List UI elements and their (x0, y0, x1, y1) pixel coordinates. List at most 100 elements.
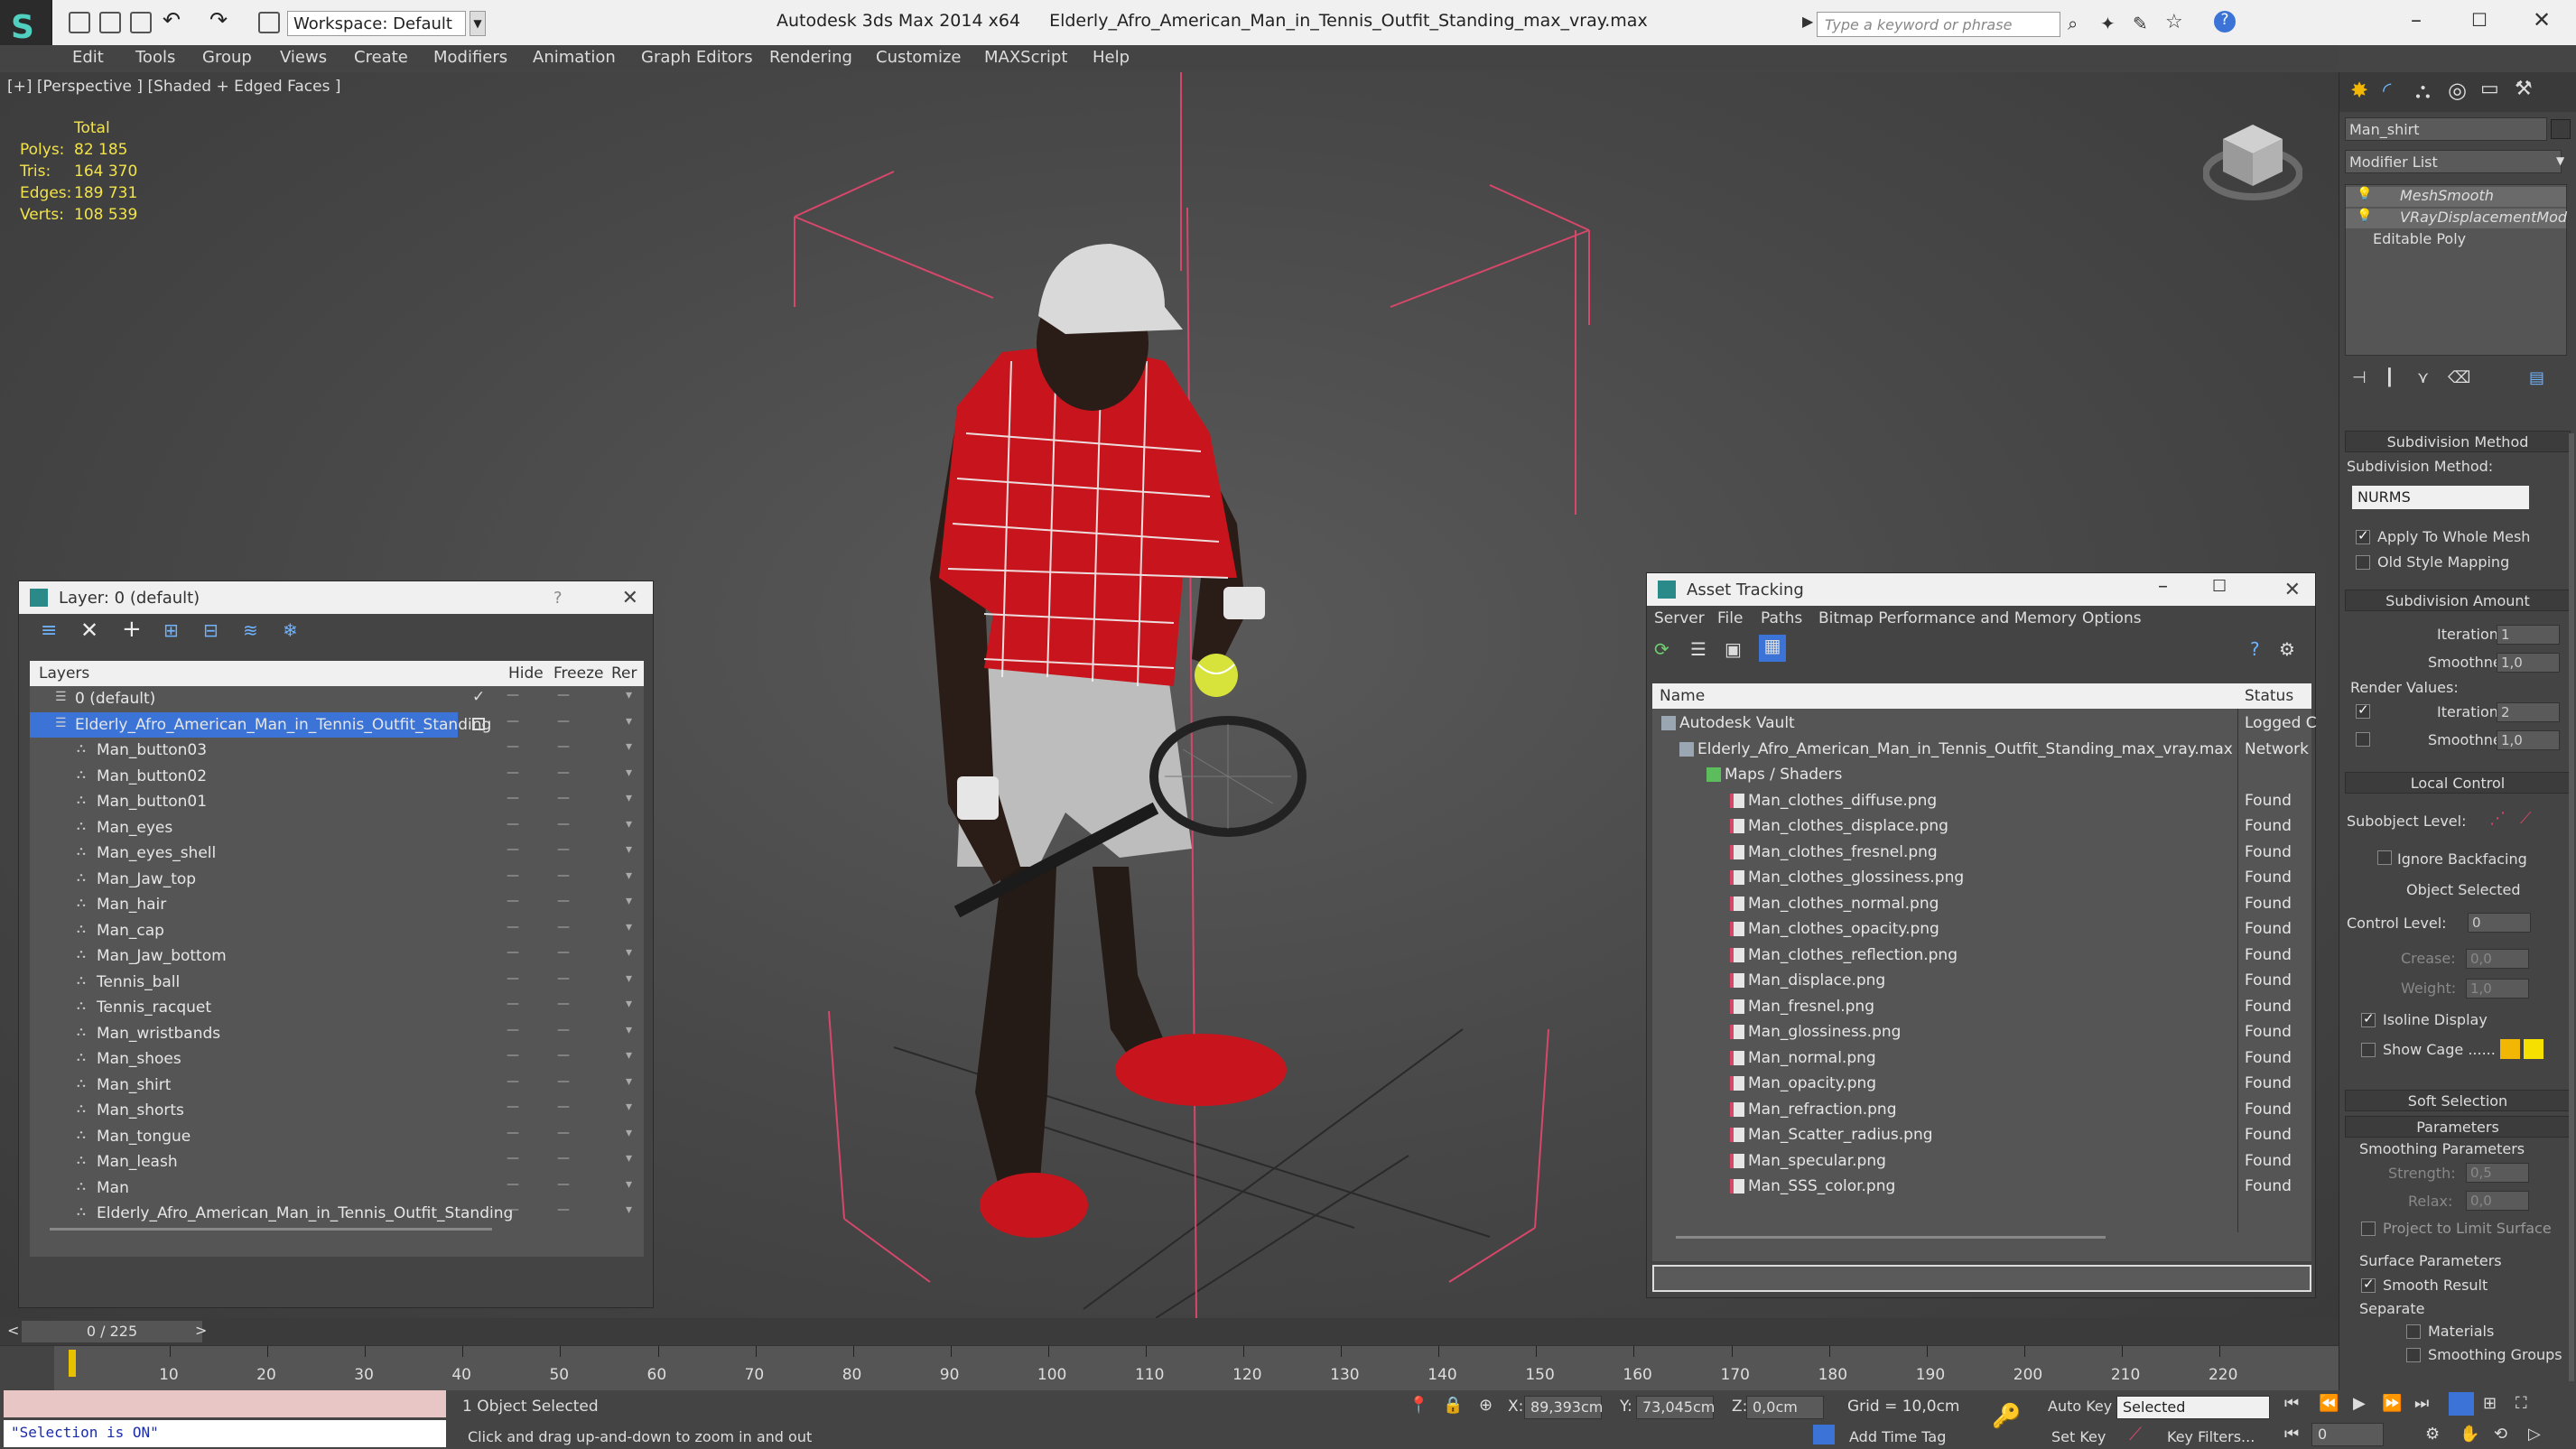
col-status[interactable]: Status (2245, 687, 2293, 705)
layer-row[interactable]: ⛬ Man_tongue — — ▾ (30, 1124, 644, 1149)
asset-menu-bitmap-performance[interactable]: Bitmap Performance and Memory (1818, 609, 2077, 627)
render-toggle[interactable]: ▾ (626, 894, 632, 908)
menu-rendering[interactable]: Rendering (769, 48, 852, 67)
project-limit-checkbox[interactable] (2361, 1221, 2376, 1236)
asset-row[interactable]: Autodesk Vault Logged C (1652, 711, 2317, 736)
workspace-chevron-icon[interactable]: ▼ (470, 11, 486, 36)
stack-item-editable-poly[interactable]: Editable Poly (2346, 230, 2566, 250)
configure-sets-icon[interactable]: ▤ (2529, 368, 2544, 387)
hide-toggle[interactable]: — (507, 714, 519, 729)
isolate-selection-icon[interactable]: 📍 (1409, 1396, 1428, 1415)
play-icon[interactable]: ▶ (2353, 1394, 2366, 1413)
search-expand-icon[interactable]: ▶ (1802, 13, 1813, 30)
set-key-mode-icon[interactable]: 🔑 (1992, 1403, 2021, 1430)
rollout-subdivision-amount[interactable]: Subdivision Amount (2345, 590, 2571, 611)
menu-create[interactable]: Create (354, 48, 408, 67)
render-toggle[interactable]: ▾ (626, 817, 632, 831)
freeze-toggle[interactable]: — (557, 868, 570, 883)
hide-toggle[interactable]: — (507, 1100, 519, 1114)
stack-light-icon[interactable]: 💡 (2357, 209, 2372, 223)
prev-frame-icon[interactable]: ⏪ (2319, 1394, 2339, 1413)
render-smoothness-checkbox[interactable] (2356, 732, 2370, 747)
refresh-icon[interactable]: ⟳ (1654, 638, 1669, 660)
isoline-display-checkbox[interactable] (2361, 1010, 2376, 1027)
layer-row[interactable]: ⛬ Man_button01 — — ▾ (30, 789, 644, 814)
hide-toggle[interactable]: — (507, 739, 519, 754)
close-icon[interactable]: ✕ (2533, 7, 2551, 33)
render-toggle[interactable]: ▾ (626, 1048, 632, 1063)
time-tag-icon[interactable] (1813, 1425, 1835, 1444)
zoom-extents-icon[interactable] (2449, 1392, 2474, 1416)
menu-graph-editors[interactable]: Graph Editors (641, 48, 753, 67)
layer-row[interactable]: ⛬ Man_shorts — — ▾ (30, 1098, 644, 1123)
maximize-viewport-icon[interactable]: ⛶ (2516, 1394, 2527, 1413)
stack-item-meshsmooth[interactable]: MeshSmooth (2346, 187, 2566, 207)
layer-panel-titlebar[interactable]: Layer: 0 (default) ? ✕ (19, 581, 653, 614)
render-toggle[interactable]: ▾ (626, 1203, 632, 1217)
asset-help-icon[interactable]: ? (2250, 638, 2260, 660)
new-file-icon[interactable] (69, 12, 90, 33)
asset-row[interactable]: Man_clothes_opacity.png Found (1652, 916, 2311, 942)
show-end-result-icon[interactable]: ┃ (2385, 368, 2395, 387)
hide-toggle[interactable]: — (507, 920, 519, 934)
stack-light-icon[interactable]: 💡 (2357, 187, 2372, 201)
communication-icon[interactable]: ✎ (2133, 13, 2148, 34)
layer-row[interactable]: ⛬ Man_button03 — — ▾ (30, 738, 644, 763)
create-tab-icon[interactable]: ✸ (2350, 78, 2368, 103)
thumbnail-view-icon[interactable]: ▣ (1725, 638, 1742, 660)
asset-menu-options[interactable]: Options (2082, 609, 2142, 627)
render-toggle[interactable]: ▾ (626, 842, 632, 857)
freeze-toggle[interactable]: — (557, 1203, 570, 1217)
freeze-toggle[interactable]: — (557, 971, 570, 986)
menu-help[interactable]: Help (1093, 48, 1130, 67)
key-filter-selection-dropdown[interactable]: Selected (2116, 1396, 2270, 1419)
render-toggle[interactable]: ▾ (626, 1023, 632, 1037)
goto-start-icon[interactable]: ⏮ (2284, 1394, 2299, 1413)
strength-spinner[interactable]: 0,5 (2466, 1163, 2529, 1183)
asset-row[interactable]: Man_opacity.png Found (1652, 1071, 2311, 1096)
col-layers[interactable]: Layers (39, 664, 89, 683)
pan-view-icon[interactable]: ✋ (2460, 1425, 2479, 1444)
hide-toggle[interactable]: — (507, 817, 519, 831)
layer-panel-help-icon[interactable]: ? (553, 589, 563, 608)
render-toggle[interactable]: ▾ (626, 766, 632, 780)
col-hide[interactable]: Hide (508, 664, 544, 683)
stack-item-vraydisplacement[interactable]: VRayDisplacementMod (2346, 209, 2567, 228)
render-smoothness-spinner[interactable]: 1,0 (2497, 730, 2560, 750)
render-toggle[interactable]: ▾ (626, 791, 632, 805)
x-coordinate-field[interactable]: 89,393cm (1524, 1396, 1603, 1419)
hide-toggle[interactable]: — (507, 791, 519, 805)
asset-menu-paths[interactable]: Paths (1761, 609, 1802, 627)
object-color-swatch[interactable] (2551, 119, 2571, 139)
save-file-icon[interactable] (130, 12, 152, 33)
select-layers-icon[interactable]: ⊟ (203, 619, 219, 641)
freeze-toggle[interactable]: — (557, 791, 570, 805)
asset-settings-icon[interactable]: ⚙ (2279, 638, 2295, 660)
object-name-field[interactable]: Man_shirt (2345, 117, 2547, 141)
layer-row[interactable]: ⛬ Elderly_Afro_American_Man_in_Tennis_Out… (30, 1201, 644, 1226)
minimize-icon[interactable]: – (2411, 7, 2422, 33)
iterations-spinner[interactable]: 1 (2497, 625, 2560, 645)
layer-row[interactable]: ⛬ Man_Jaw_top — — ▾ (30, 867, 644, 892)
menu-animation[interactable]: Animation (533, 48, 616, 67)
project-folder-icon[interactable] (258, 12, 280, 33)
layer-row[interactable]: ⛬ Man — — ▾ (30, 1175, 644, 1201)
freeze-toggle[interactable]: — (557, 714, 570, 729)
freeze-toggle[interactable]: — (557, 1023, 570, 1037)
render-toggle[interactable]: ▾ (626, 1126, 632, 1140)
render-toggle[interactable]: ▾ (626, 971, 632, 986)
menu-group[interactable]: Group (202, 48, 252, 67)
maxscript-listener-top[interactable] (4, 1390, 446, 1417)
key-mode-toggle-icon[interactable]: ⏮ (2284, 1425, 2299, 1444)
asset-row[interactable]: Man_SSS_color.png Found (1652, 1174, 2311, 1199)
asset-panel-titlebar[interactable]: Asset Tracking – ☐ ✕ (1647, 573, 2315, 606)
rollout-subdivision-method[interactable]: Subdivision Method (2345, 431, 2571, 452)
new-layer-icon[interactable]: ≡ (41, 619, 57, 642)
freeze-toggle[interactable]: — (557, 997, 570, 1011)
freeze-toggle[interactable]: — (557, 894, 570, 908)
selection-lock-icon[interactable]: 🔒 (1443, 1396, 1463, 1415)
col-freeze[interactable]: Freeze (553, 664, 603, 683)
layer-row[interactable]: ⛬ Man_Jaw_bottom — — ▾ (30, 943, 644, 969)
maxscript-listener-output[interactable]: "Selection is ON" (4, 1420, 446, 1447)
render-toggle[interactable]: ▾ (626, 920, 632, 934)
